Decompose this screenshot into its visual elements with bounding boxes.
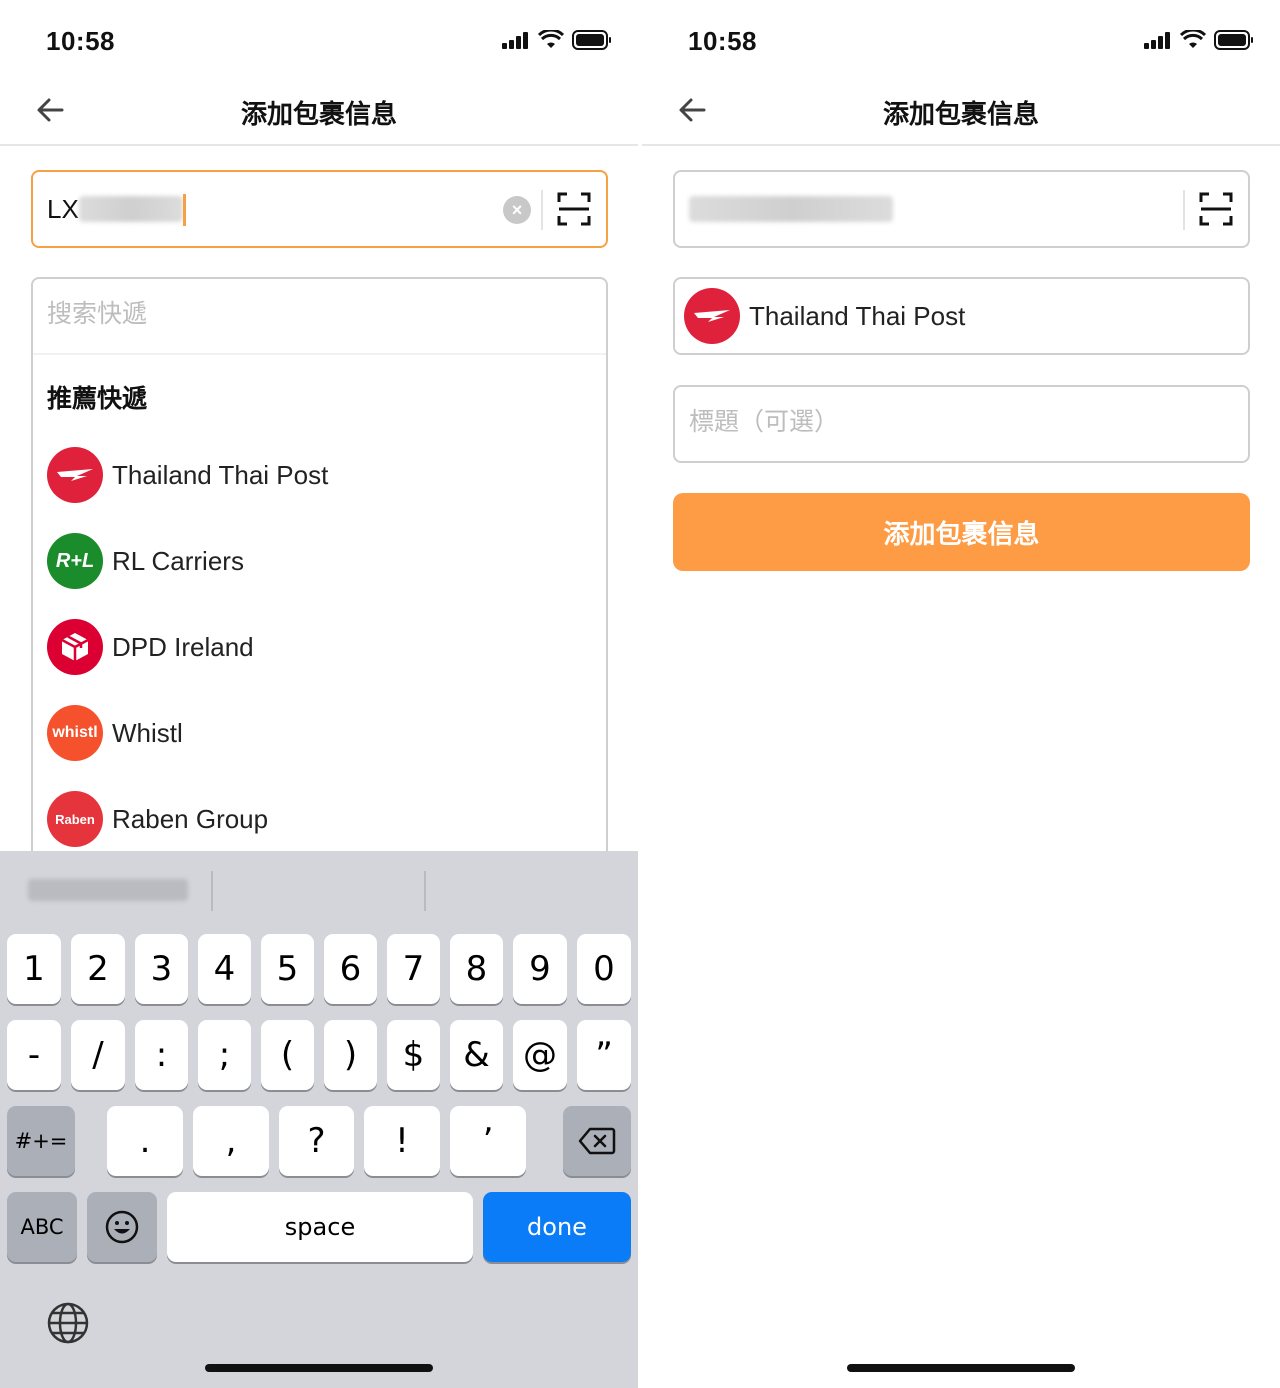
emoji-icon [105, 1210, 139, 1244]
key-exclaim[interactable]: ! [364, 1106, 440, 1176]
nav-bar: 添加包裹信息 [642, 72, 1280, 146]
key-period[interactable]: . [107, 1106, 183, 1176]
thai-post-logo-icon [684, 288, 740, 344]
carrier-item-whistl[interactable]: whistl Whistl [47, 703, 587, 763]
carrier-search-row [33, 279, 606, 355]
key-5[interactable]: 5 [261, 934, 314, 1004]
carrier-item-thai-post[interactable]: Thailand Thai Post [47, 445, 587, 505]
key-at[interactable]: @ [513, 1020, 567, 1090]
carrier-item-rl-carriers[interactable]: R+L RL Carriers [47, 531, 587, 591]
key-question[interactable]: ? [279, 1106, 354, 1176]
key-6[interactable]: 6 [324, 934, 377, 1004]
dpd-cube-logo-icon [47, 619, 103, 675]
signal-icon [502, 32, 528, 49]
key-semicolon[interactable]: ; [198, 1020, 251, 1090]
thai-post-logo-icon [47, 447, 103, 503]
emoji-key[interactable] [87, 1192, 157, 1262]
field-divider [541, 190, 543, 230]
carrier-name: Thailand Thai Post [112, 459, 329, 490]
tracking-number-field[interactable]: LX × [31, 170, 608, 248]
suggestion-divider [211, 871, 213, 911]
backspace-icon [578, 1127, 616, 1155]
wifi-icon [1180, 30, 1206, 48]
redacted-tracking [689, 196, 893, 222]
globe-icon[interactable] [46, 1301, 90, 1345]
key-2[interactable]: 2 [71, 934, 125, 1004]
key-dollar[interactable]: $ [387, 1020, 440, 1090]
selected-carrier-name: Thailand Thai Post [749, 300, 966, 331]
key-hyphen[interactable]: - [7, 1020, 61, 1090]
key-apostrophe[interactable]: ’ [450, 1106, 526, 1176]
recommended-title: 推薦快遞 [47, 384, 148, 413]
title-field [673, 385, 1250, 463]
key-7[interactable]: 7 [387, 934, 440, 1004]
suggestion-divider [424, 871, 426, 911]
key-open-paren[interactable]: ( [261, 1020, 314, 1090]
add-package-button[interactable]: 添加包裹信息 [673, 493, 1250, 571]
space-key[interactable]: space [167, 1192, 473, 1262]
status-icons [502, 30, 612, 50]
home-indicator [205, 1364, 433, 1372]
redacted-tracking [79, 196, 183, 222]
battery-icon [1214, 30, 1253, 50]
signal-icon [1144, 32, 1170, 49]
whistl-logo-icon: whistl [47, 705, 103, 761]
carrier-item-raben-group[interactable]: Raben Raben Group [47, 789, 587, 849]
key-abc[interactable]: ABC [7, 1192, 77, 1262]
carrier-name: DPD Ireland [112, 631, 254, 662]
tracking-number-text: LX [47, 194, 79, 224]
field-divider [1183, 190, 1185, 230]
key-ampersand[interactable]: & [450, 1020, 503, 1090]
key-colon[interactable]: : [135, 1020, 188, 1090]
rl-carriers-logo-icon: R+L [47, 533, 103, 589]
key-comma[interactable]: , [193, 1106, 269, 1176]
right-screen: 10:58 添加包裹信息 Thailand Thai Post 添加包裹信息 [642, 0, 1280, 1388]
tracking-number-field[interactable] [673, 170, 1250, 248]
carrier-item-dpd-ireland[interactable]: DPD Ireland [47, 617, 587, 677]
left-screen: 10:58 添加包裹信息 LX × 推薦快遞 Thailand Thai Pos… [0, 0, 638, 1388]
carrier-name: Raben Group [112, 803, 269, 834]
scan-icon[interactable] [557, 192, 591, 226]
carrier-search-input[interactable] [47, 299, 587, 328]
key-4[interactable]: 4 [198, 934, 251, 1004]
key-9[interactable]: 9 [513, 934, 567, 1004]
key-slash[interactable]: / [71, 1020, 125, 1090]
wifi-icon [538, 30, 564, 48]
selected-carrier: Thailand Thai Post [684, 286, 1224, 346]
key-close-paren[interactable]: ) [324, 1020, 377, 1090]
backspace-key[interactable] [563, 1106, 631, 1176]
scan-icon[interactable] [1199, 192, 1233, 226]
redacted-suggestion[interactable] [28, 879, 188, 901]
key-quote[interactable]: ” [577, 1020, 631, 1090]
carrier-name: RL Carriers [112, 545, 244, 576]
done-key[interactable]: done [483, 1192, 631, 1262]
key-3[interactable]: 3 [135, 934, 188, 1004]
status-icons [1144, 30, 1254, 50]
key-0[interactable]: 0 [577, 934, 631, 1004]
home-indicator [847, 1364, 1075, 1372]
page-title: 添加包裹信息 [882, 99, 1039, 129]
title-input[interactable] [689, 407, 1229, 436]
key-8[interactable]: 8 [450, 934, 503, 1004]
suggestion-bar [0, 851, 638, 925]
battery-icon [572, 30, 611, 50]
carrier-select[interactable]: Thailand Thai Post [673, 277, 1250, 355]
text-cursor [183, 194, 186, 226]
status-time: 10:58 [688, 26, 757, 56]
raben-logo-icon: Raben [47, 791, 103, 847]
clear-icon[interactable]: × [503, 196, 531, 224]
key-more-symbols[interactable]: #+= [7, 1106, 75, 1176]
status-time: 10:58 [46, 26, 115, 56]
page-title: 添加包裹信息 [240, 99, 397, 129]
carrier-dropdown: 推薦快遞 Thailand Thai Post R+L RL Carriers … [31, 277, 608, 877]
nav-bar: 添加包裹信息 [0, 72, 638, 146]
keyboard: 1 2 3 4 5 6 7 8 9 0 - / : ; ( ) $ & @ ” … [0, 851, 638, 1388]
carrier-name: Whistl [112, 717, 183, 748]
key-1[interactable]: 1 [7, 934, 61, 1004]
